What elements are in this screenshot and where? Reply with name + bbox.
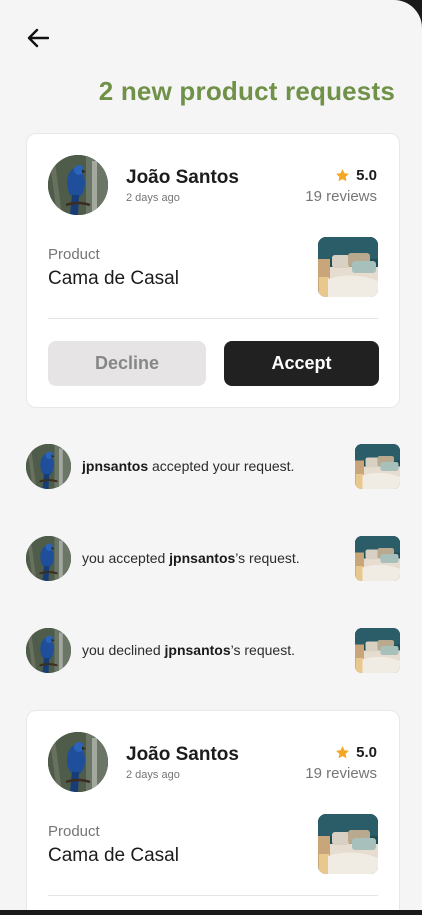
user-name[interactable]: João Santos [126, 744, 239, 766]
avatar [26, 536, 71, 581]
user-name[interactable]: João Santos [126, 167, 239, 189]
accept-button[interactable]: Accept [224, 341, 379, 386]
rating-value: 5.0 [356, 167, 377, 184]
page-title: 2 new product requests [98, 76, 395, 106]
product-label: Product [48, 246, 100, 263]
product-thumbnail[interactable] [318, 814, 378, 874]
product-name: Cama de Casal [48, 845, 179, 866]
divider [48, 318, 378, 319]
activity-username[interactable]: jpnsantos [169, 550, 235, 566]
activity-prefix: you declined [82, 642, 165, 658]
rating: 5.0 [335, 744, 377, 761]
star-icon [336, 746, 350, 759]
rating: 5.0 [335, 167, 377, 184]
avatar[interactable] [48, 155, 108, 215]
product-label: Product [48, 823, 100, 840]
request-card: João Santos 2 days ago 5.0 19 reviews Pr… [26, 710, 400, 910]
request-time: 2 days ago [126, 192, 180, 204]
rating-value: 5.0 [356, 744, 377, 761]
activity-username[interactable]: jpnsantos [82, 458, 148, 474]
decline-button[interactable]: Decline [48, 341, 206, 386]
reviews-count[interactable]: 19 reviews [305, 765, 377, 782]
avatar[interactable] [48, 732, 108, 792]
product-requests-screen: 2 new product requests João Santos 2 day… [0, 0, 422, 910]
product-thumbnail [355, 628, 400, 673]
product-thumbnail[interactable] [318, 237, 378, 297]
avatar [26, 628, 71, 673]
avatar [26, 444, 71, 489]
activity-prefix: you accepted [82, 550, 170, 566]
activity-message: accepted your request. [148, 458, 295, 474]
reviews-count[interactable]: 19 reviews [305, 188, 377, 205]
product-thumbnail [355, 536, 400, 581]
request-card: João Santos 2 days ago 5.0 19 reviews Pr… [26, 133, 400, 408]
activity-message: ’s request. [230, 642, 295, 658]
activity-item[interactable]: jpnsantos accepted your request. [26, 444, 400, 490]
arrow-left-icon [27, 28, 49, 48]
activity-username[interactable]: jpnsantos [165, 642, 231, 658]
divider [48, 895, 378, 896]
star-icon [336, 169, 350, 182]
request-time: 2 days ago [126, 769, 180, 781]
activity-text: you declined jpnsantos’s request. [82, 642, 295, 658]
product-name: Cama de Casal [48, 268, 179, 289]
activity-text: jpnsantos accepted your request. [82, 458, 294, 474]
product-thumbnail [355, 444, 400, 489]
back-button[interactable] [22, 24, 54, 52]
activity-item[interactable]: you accepted jpnsantos’s request. [26, 536, 400, 582]
activity-text: you accepted jpnsantos’s request. [82, 550, 300, 566]
activity-message: ’s request. [235, 550, 300, 566]
activity-item[interactable]: you declined jpnsantos’s request. [26, 628, 400, 674]
